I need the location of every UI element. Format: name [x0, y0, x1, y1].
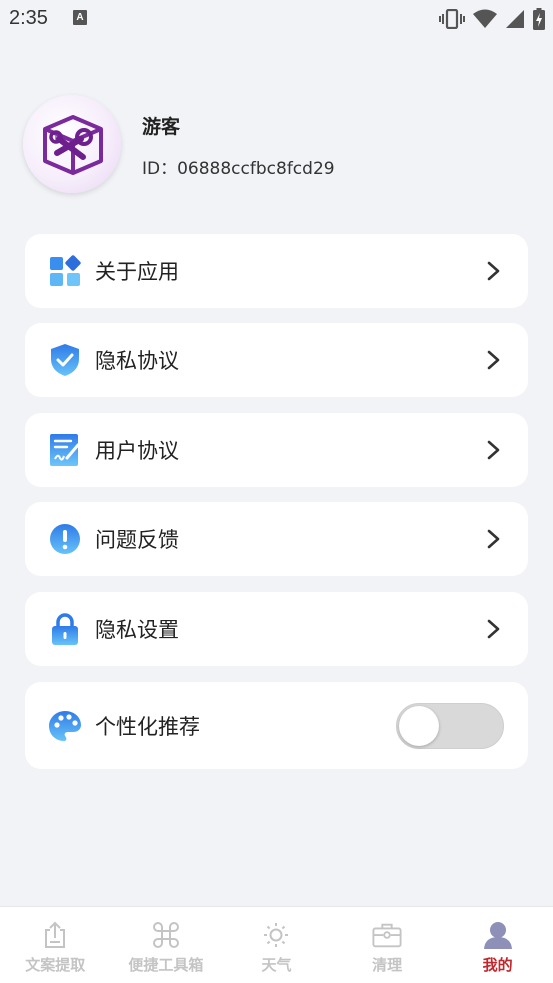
exclamation-icon	[48, 522, 82, 556]
sun-icon	[261, 920, 291, 950]
bottom-nav: 文案提取 便捷工具箱 天气 清理 我的	[0, 906, 553, 983]
menu-item-personalized-recommendation: 个性化推荐	[25, 682, 528, 769]
avatar[interactable]	[23, 95, 121, 193]
menu-item-label: 个性化推荐	[95, 714, 200, 739]
tab-toolbox[interactable]: 便捷工具箱	[111, 907, 222, 983]
menu-item-user-agreement[interactable]: 用户协议	[25, 413, 528, 487]
chevron-right-icon	[487, 529, 500, 549]
battery-charging-icon	[533, 8, 545, 30]
username: 游客	[142, 116, 181, 138]
status-bar: 2:35 A	[0, 0, 553, 40]
share-upload-icon	[40, 920, 70, 950]
signal-icon	[506, 10, 524, 28]
menu-item-label: 用户协议	[95, 439, 179, 463]
person-icon	[483, 920, 513, 950]
wifi-icon	[473, 9, 497, 28]
lock-icon	[48, 612, 82, 646]
recommendation-toggle[interactable]	[396, 702, 504, 749]
document-sign-icon	[48, 433, 82, 467]
chevron-right-icon	[487, 619, 500, 639]
chevron-right-icon	[487, 440, 500, 460]
menu-item-privacy-settings[interactable]: 隐私设置	[25, 592, 528, 666]
menu-item-about[interactable]: 关于应用	[25, 234, 528, 308]
chevron-right-icon	[487, 261, 500, 281]
briefcase-icon	[372, 920, 402, 950]
tab-text-extract[interactable]: 文案提取	[0, 907, 111, 983]
tab-label: 天气	[261, 956, 292, 974]
tab-label: 清理	[372, 956, 403, 974]
toggle-knob	[399, 705, 439, 746]
vibrate-icon	[439, 9, 465, 29]
tab-mine[interactable]: 我的	[442, 907, 553, 983]
notification-badge-icon: A	[73, 10, 87, 25]
command-icon	[151, 920, 181, 950]
tab-clean[interactable]: 清理	[332, 907, 443, 983]
app-grid-icon	[48, 254, 82, 288]
palette-icon	[48, 709, 82, 743]
toolbox-wrench-icon	[43, 115, 103, 175]
menu-item-label: 隐私协议	[95, 349, 179, 373]
shield-check-icon	[48, 343, 82, 377]
tab-label: 文案提取	[25, 956, 86, 974]
chevron-right-icon	[487, 350, 500, 370]
menu-item-label: 关于应用	[95, 260, 179, 284]
menu-item-label: 问题反馈	[95, 528, 179, 552]
user-id: ID：06888ccfbc8fcd29	[142, 159, 335, 179]
menu-item-privacy-policy[interactable]: 隐私协议	[25, 323, 528, 397]
tab-label: 我的	[482, 956, 513, 974]
menu-item-label: 隐私设置	[95, 618, 179, 642]
tab-weather[interactable]: 天气	[221, 907, 332, 983]
tab-label: 便捷工具箱	[128, 956, 204, 974]
menu-item-feedback[interactable]: 问题反馈	[25, 502, 528, 576]
status-icons	[439, 8, 545, 30]
status-time: 2:35	[9, 7, 48, 29]
